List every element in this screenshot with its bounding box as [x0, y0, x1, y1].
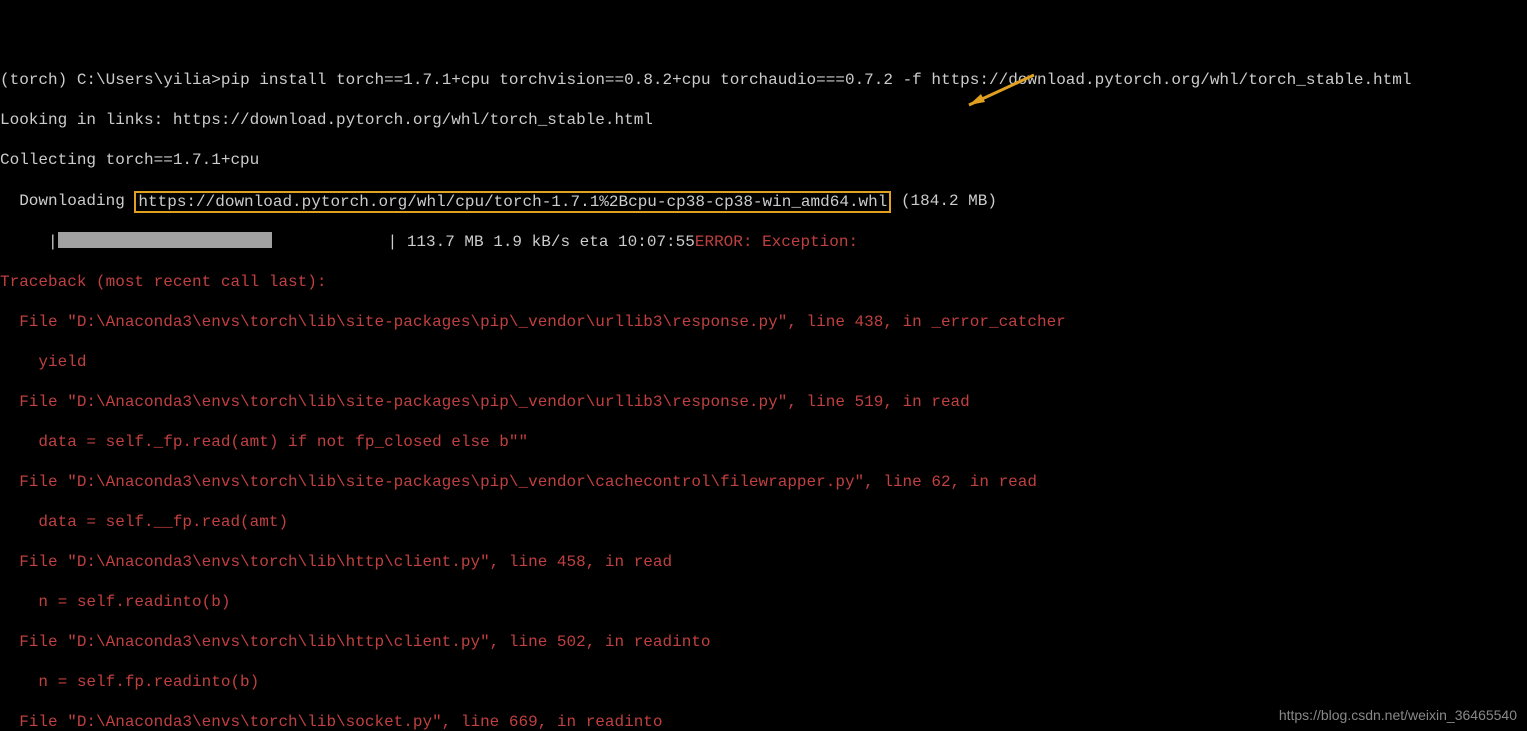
progress-status: | 113.7 MB 1.9 kB/s eta 10:07:55 [388, 233, 695, 251]
terminal-output[interactable]: (torch) C:\Users\yilia>pip install torch… [0, 0, 1527, 731]
progress-fill [58, 232, 273, 248]
collecting-line: Collecting torch==1.7.1+cpu [0, 150, 1527, 170]
looking-links: Looking in links: https://download.pytor… [0, 110, 1527, 130]
download-size: (184.2 MB) [891, 192, 997, 210]
error-exception-label: ERROR: Exception: [695, 233, 858, 251]
progress-line: | | 113.7 MB 1.9 kB/s eta 10:07:55ERROR: … [0, 232, 1527, 252]
traceback-line: File "D:\Anaconda3\envs\torch\lib\http\c… [0, 552, 1527, 572]
traceback1-header: Traceback (most recent call last): [0, 272, 1527, 292]
traceback-line: File "D:\Anaconda3\envs\torch\lib\site-p… [0, 472, 1527, 492]
traceback-line: File "D:\Anaconda3\envs\torch\lib\site-p… [0, 392, 1527, 412]
cwd-path: C:\Users\yilia> [77, 71, 221, 89]
progress-lead: | [0, 233, 58, 251]
traceback-line: yield [0, 352, 1527, 372]
traceback-line: n = self.fp.readinto(b) [0, 672, 1527, 692]
pip-command: pip install torch==1.7.1+cpu torchvision… [221, 71, 1412, 89]
traceback-line: File "D:\Anaconda3\envs\torch\lib\http\c… [0, 632, 1527, 652]
downloading-line: Downloading https://download.pytorch.org… [0, 190, 1527, 212]
command-line: (torch) C:\Users\yilia>pip install torch… [0, 70, 1527, 90]
progress-bar [58, 232, 388, 248]
download-url-highlight: https://download.pytorch.org/whl/cpu/tor… [134, 191, 891, 213]
traceback-line: n = self.readinto(b) [0, 592, 1527, 612]
traceback-line: data = self.__fp.read(amt) [0, 512, 1527, 532]
download-url: https://download.pytorch.org/whl/cpu/tor… [138, 193, 887, 211]
traceback-line: File "D:\Anaconda3\envs\torch\lib\site-p… [0, 312, 1527, 332]
traceback-line: data = self._fp.read(amt) if not fp_clos… [0, 432, 1527, 452]
env-name: (torch) [0, 71, 67, 89]
downloading-prefix: Downloading [0, 192, 134, 210]
watermark-text: https://blog.csdn.net/weixin_36465540 [1279, 705, 1517, 725]
